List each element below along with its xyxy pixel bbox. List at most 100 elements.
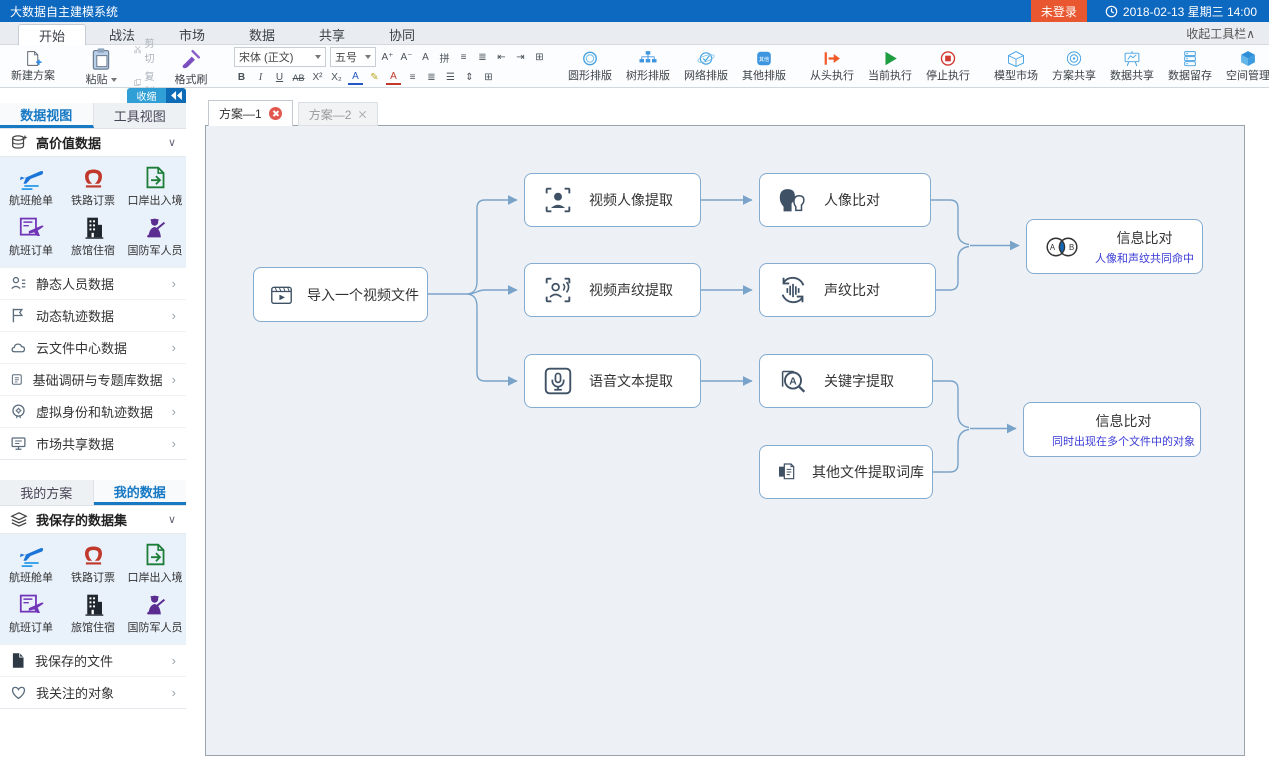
collapse-toolbar-link[interactable]: 收起工具栏∧ (1186, 25, 1269, 42)
sidebar-item-dynamic-track-data[interactable]: 动态轨迹数据 › (0, 299, 186, 331)
dataset-flight-manifest[interactable]: 航班舱单 (0, 161, 62, 211)
decrease-indent-button[interactable]: ⇤ (494, 50, 509, 65)
node-import-video-file[interactable]: 导入一个视频文件 (253, 267, 428, 322)
node-info-compare-1[interactable]: A B 信息比对 人像和声纹共同命中 (1026, 219, 1203, 274)
svg-text:A: A (1050, 243, 1056, 252)
my-data-panel: 我的方案 我的数据 我保存的数据集 ∨ 航班舱单 (0, 480, 186, 709)
ribbon-tab-market[interactable]: 市场 (158, 23, 226, 44)
airplane-icon (18, 165, 45, 190)
underline-button[interactable]: U (272, 70, 287, 85)
strikethrough-button[interactable]: AB (291, 70, 306, 85)
bold-button[interactable]: B (234, 70, 249, 85)
circle-layout-button[interactable]: 圆形排版 (561, 47, 619, 85)
data-retention-button[interactable]: 数据留存 (1161, 47, 1219, 85)
dataset-railway-ticket[interactable]: 铁路订票 (62, 161, 124, 211)
text-color-button[interactable]: A (386, 71, 401, 85)
chevron-right-icon: › (172, 276, 176, 291)
close-tab-icon[interactable] (269, 107, 282, 120)
node-other-file-lexicon[interactable]: 其他文件提取词库 (759, 445, 933, 499)
sidebar-item-cloud-file-data[interactable]: 云文件中心数据 › (0, 331, 186, 363)
tab-my-plans[interactable]: 我的方案 (0, 480, 94, 505)
sidebar-item-my-followed-objects[interactable]: 我关注的对象 › (0, 676, 186, 708)
close-tab-icon[interactable] (358, 110, 367, 119)
table-button[interactable]: ⊞ (532, 50, 547, 65)
font-color-button[interactable]: A (348, 71, 363, 85)
node-video-face-extract[interactable]: 视频人像提取 (524, 173, 701, 227)
line-spacing-button[interactable]: ⇕ (462, 70, 477, 85)
dataset-military-personnel[interactable]: 国防军人员 (124, 211, 186, 261)
login-status-badge[interactable]: 未登录 (1031, 0, 1087, 22)
change-case-button[interactable]: A (418, 50, 433, 65)
dataset-flight-order[interactable]: 航班订单 (0, 588, 62, 638)
ribbon-tab-start[interactable]: 开始 (18, 24, 86, 45)
run-from-start-button[interactable]: 从头执行 (803, 47, 861, 85)
format-painter-button[interactable]: 格式刷 (162, 44, 220, 89)
network-layout-icon (692, 50, 720, 67)
tree-layout-button[interactable]: 树形排版 (619, 47, 677, 85)
dataset-border-entry-exit[interactable]: 口岸出入境 (124, 538, 186, 588)
dataset-railway-ticket[interactable]: 铁路订票 (62, 538, 124, 588)
dataset-flight-order[interactable]: 航班订单 (0, 211, 62, 261)
workflow-canvas[interactable]: 导入一个视频文件 视频人像提取 人像比对 (205, 125, 1245, 756)
layers-icon (10, 511, 28, 529)
sidebar-collapse-button[interactable]: 收缩 (127, 88, 186, 103)
other-layout-button[interactable]: 其他 其他排版 (735, 47, 793, 85)
space-management-button[interactable]: 空间管理 (1219, 47, 1269, 85)
subscript-button[interactable]: X₂ (329, 70, 344, 85)
align-right-button[interactable]: ☰ (443, 70, 458, 85)
highlight-button[interactable]: ✎ (367, 70, 382, 85)
run-current-button[interactable]: 当前执行 (861, 47, 919, 85)
dataset-military-personnel[interactable]: 国防军人员 (124, 588, 186, 638)
doc-tab-plan2[interactable]: 方案—2 (298, 102, 379, 126)
dataset-border-entry-exit[interactable]: 口岸出入境 (124, 161, 186, 211)
bullet-list-button[interactable]: ≡ (456, 50, 471, 65)
pinyin-button[interactable]: 拼 (437, 50, 452, 65)
borders-button[interactable]: ⊞ (481, 70, 496, 85)
cut-button[interactable]: 剪切 (134, 35, 158, 65)
network-layout-button[interactable]: 网络排版 (677, 47, 735, 85)
tab-tool-view[interactable]: 工具视图 (94, 103, 187, 128)
node-speech-text-extract[interactable]: 语音文本提取 (524, 354, 701, 408)
airplane-icon (18, 542, 45, 567)
ribbon-tab-data[interactable]: 数据 (228, 23, 296, 44)
superscript-button[interactable]: X² (310, 70, 325, 85)
sidebar-item-research-library-data[interactable]: 基础调研与专题库数据 › (0, 363, 186, 395)
data-share-button[interactable]: 数据共享 (1103, 47, 1161, 85)
dataset-flight-manifest[interactable]: 航班舱单 (0, 538, 62, 588)
tab-my-data[interactable]: 我的数据 (94, 480, 187, 505)
stop-execution-button[interactable]: 停止执行 (919, 47, 977, 85)
model-market-button[interactable]: 模型市场 (987, 47, 1045, 85)
font-family-select[interactable]: 宋体 (正文) (234, 47, 326, 67)
ribbon-tab-collab[interactable]: 协同 (368, 23, 436, 44)
grow-font-button[interactable]: A⁺ (380, 50, 395, 65)
ribbon-tab-share[interactable]: 共享 (298, 23, 366, 44)
sidebar-item-my-saved-files[interactable]: 我保存的文件 › (0, 644, 186, 676)
paste-button[interactable]: 粘贴 (72, 44, 130, 89)
section-my-saved-datasets[interactable]: 我保存的数据集 ∨ (0, 506, 186, 534)
align-left-button[interactable]: ≡ (405, 70, 420, 85)
node-video-voiceprint-extract[interactable]: 视频声纹提取 (524, 263, 701, 317)
sidebar-item-static-person-data[interactable]: 静态人员数据 › (0, 267, 186, 299)
node-keyword-extract[interactable]: A 关键字提取 (759, 354, 933, 408)
dataset-hotel-stay[interactable]: 旅馆住宿 (62, 211, 124, 261)
new-plan-button[interactable]: 新建方案 (4, 47, 62, 85)
numbered-list-button[interactable]: ≣ (475, 50, 490, 65)
plan-share-button[interactable]: 方案共享 (1045, 47, 1103, 85)
increase-indent-button[interactable]: ⇥ (513, 50, 528, 65)
clock-icon (1105, 5, 1118, 18)
tab-data-view[interactable]: 数据视图 (0, 103, 94, 128)
node-info-compare-2[interactable]: A B 信息比对 同时出现在多个文件中的对象 (1023, 402, 1201, 457)
section-high-value-data[interactable]: 高价值数据 ∨ (0, 129, 186, 157)
node-face-compare[interactable]: 人像比对 (759, 173, 931, 227)
sidebar-item-market-shared-data[interactable]: 市场共享数据 › (0, 427, 186, 459)
cloud-icon (10, 339, 27, 356)
font-size-select[interactable]: 五号 (330, 47, 376, 67)
italic-button[interactable]: I (253, 70, 268, 85)
shrink-font-button[interactable]: A⁻ (399, 50, 414, 65)
node-voiceprint-compare[interactable]: 声纹比对 (759, 263, 936, 317)
video-file-icon (269, 278, 294, 312)
dataset-hotel-stay[interactable]: 旅馆住宿 (62, 588, 124, 638)
doc-tab-plan1[interactable]: 方案—1 (208, 100, 293, 126)
align-center-button[interactable]: ≣ (424, 70, 439, 85)
sidebar-item-virtual-identity-data[interactable]: 虚拟身份和轨迹数据 › (0, 395, 186, 427)
